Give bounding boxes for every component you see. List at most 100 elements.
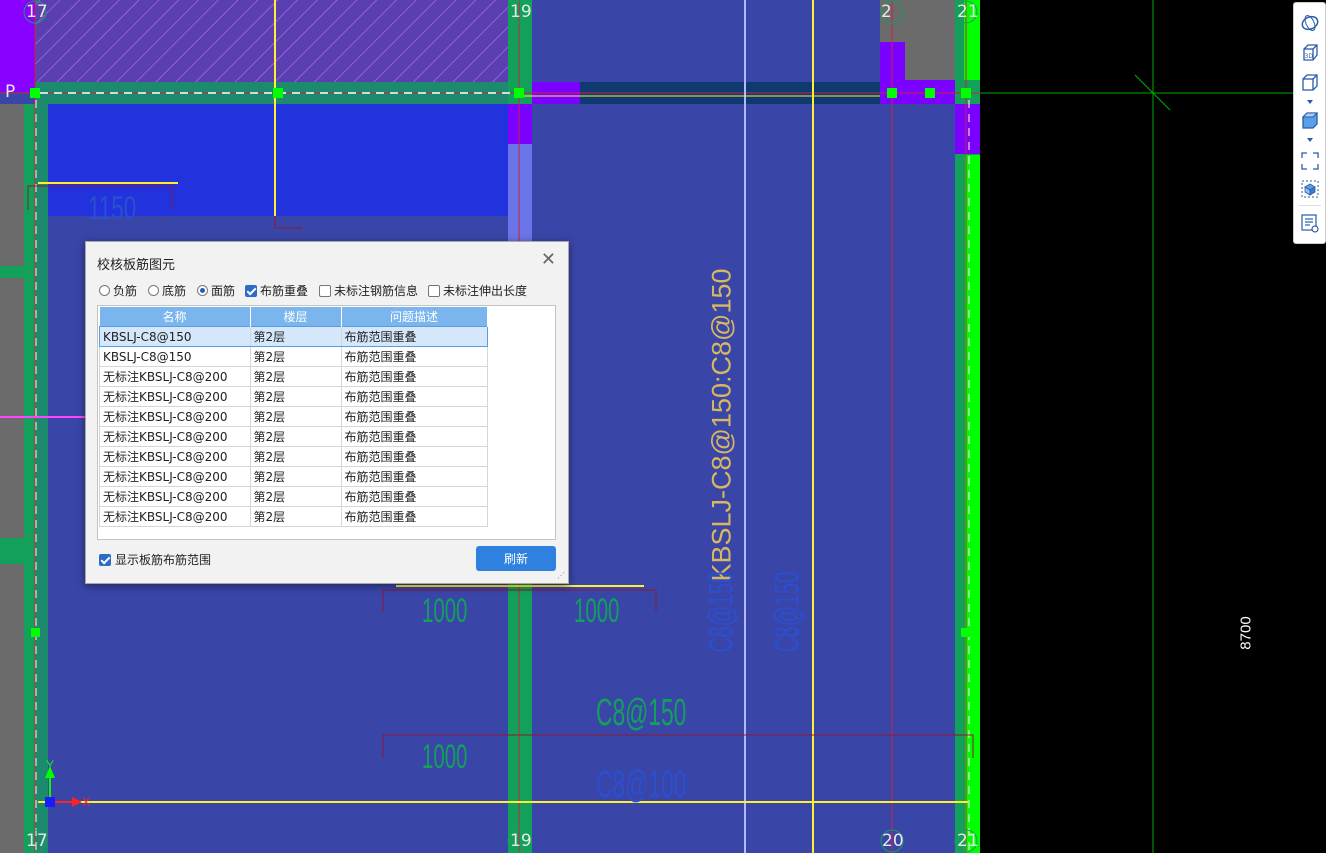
cell-floor: 第2层 — [249, 446, 342, 467]
rebar-label-c8-150: C8@150 — [596, 692, 687, 734]
cell-floor: 第2层 — [249, 486, 342, 507]
cell-floor: 第2层 — [249, 366, 342, 387]
radio-neg-rebar-label: 负筋 — [113, 284, 138, 298]
table-row[interactable]: 无标注KBSLJ-C8@200 第2层 布筋范围重叠 — [99, 446, 488, 467]
cell-name: 无标注KBSLJ-C8@200 — [99, 366, 251, 387]
radio-icon — [148, 285, 159, 296]
issue-table: 名称 楼层 问题描述 KBSLJ-C8@150 第2层 布筋范围重叠 KBSLJ-C8… — [99, 307, 488, 527]
wall-left-green-2 — [36, 104, 48, 853]
cell-name: KBSLJ-C8@150 — [99, 346, 251, 367]
axis-label-top-17: 17 — [26, 2, 48, 22]
dimension-1000-c: 1000 — [422, 738, 468, 776]
cell-name: 无标注KBSLJ-C8@200 — [99, 466, 251, 487]
cell-name: 无标注KBSLJ-C8@200 — [99, 446, 251, 467]
axis-label-bottom-21: 21 — [957, 831, 979, 851]
svg-text:3D: 3D — [1305, 53, 1314, 60]
rebar-label-vertical-small-2: C8@150 — [768, 571, 807, 653]
radio-bottom-rebar[interactable]: 底筋 — [148, 282, 186, 299]
radio-top-rebar-label: 面筋 — [211, 284, 236, 298]
cell-name: KBSLJ-C8@150 — [99, 326, 251, 347]
checkbox-overlap[interactable]: 布筋重叠 — [245, 282, 308, 299]
radio-bottom-rebar-label: 底筋 — [162, 284, 187, 298]
dimension-1000-b: 1000 — [574, 592, 620, 630]
radio-icon — [99, 285, 110, 296]
cell-floor: 第2层 — [249, 346, 342, 367]
checkbox-checked-icon — [245, 284, 257, 297]
cell-floor: 第2层 — [249, 426, 342, 447]
column-header-floor[interactable]: 楼层 — [250, 307, 342, 327]
axis-label-bottom-17: 17 — [26, 831, 48, 851]
dropdown-arrow-icon[interactable] — [1300, 97, 1320, 107]
radio-selected-icon — [197, 285, 208, 296]
cell-issue: 布筋范围重叠 — [340, 466, 488, 487]
radio-top-rebar[interactable]: 面筋 — [197, 282, 235, 299]
column-header-issue[interactable]: 问题描述 — [341, 307, 488, 327]
check-slab-rebar-dialog[interactable]: 校核板筋图元 ✕ 负筋 底筋 面筋 布筋重叠 未标注钢筋信息 未标注伸出长度 名… — [85, 241, 569, 584]
cell-name: 无标注KBSLJ-C8@200 — [99, 426, 251, 447]
show-range-label: 显示板筋布筋范围 — [115, 553, 212, 567]
hatched-slab — [35, 0, 519, 82]
cell-name: 无标注KBSLJ-C8@200 — [99, 406, 251, 427]
show-range-checkbox[interactable]: 显示板筋布筋范围 — [99, 551, 211, 568]
checkbox-checked-icon — [99, 553, 111, 566]
axis-label-bottom-19: 19 — [510, 831, 532, 851]
checkbox-icon — [428, 284, 440, 297]
view-3d-icon[interactable]: 3D — [1300, 43, 1320, 63]
select-box-icon[interactable] — [1300, 179, 1320, 199]
checkbox-icon — [319, 284, 331, 297]
cell-floor: 第2层 — [249, 466, 342, 487]
table-row[interactable]: KBSLJ-C8@150 第2层 布筋范围重叠 — [99, 326, 488, 347]
wall-left — [0, 104, 24, 853]
rebar-label-c8-100: C8@100 — [596, 764, 687, 806]
orbit-icon[interactable] — [1300, 13, 1320, 33]
table-row[interactable]: 无标注KBSLJ-C8@200 第2层 布筋范围重叠 — [99, 366, 488, 387]
dimension-1150: 1150 — [88, 190, 137, 226]
checkbox-no-label-info[interactable]: 未标注钢筋信息 — [319, 282, 418, 299]
table-row[interactable]: 无标注KBSLJ-C8@200 第2层 布筋范围重叠 — [99, 506, 488, 527]
axis-row-marker: P — [5, 82, 16, 102]
cell-issue: 布筋范围重叠 — [340, 486, 488, 507]
solid-box-icon[interactable] — [1300, 111, 1320, 131]
checkbox-no-label-info-label: 未标注钢筋信息 — [334, 284, 419, 298]
close-icon[interactable]: ✕ — [541, 251, 556, 269]
fullscreen-icon[interactable] — [1300, 151, 1320, 171]
cell-name: 无标注KBSLJ-C8@200 — [99, 386, 251, 407]
cell-issue: 布筋范围重叠 — [340, 406, 488, 427]
axis-label-top-21: 21 — [957, 2, 979, 22]
column-header-name[interactable]: 名称 — [99, 307, 251, 327]
cell-issue: 布筋范围重叠 — [340, 386, 488, 407]
rebar-label-vertical: KBSLJ-C8@150:C8@150 — [706, 268, 737, 582]
dimension-1000-a: 1000 — [422, 592, 468, 630]
radio-neg-rebar[interactable]: 负筋 — [99, 282, 137, 299]
dropdown-arrow-icon[interactable] — [1300, 135, 1320, 145]
cell-name: 无标注KBSLJ-C8@200 — [99, 506, 251, 527]
resize-grip-icon[interactable]: ⋰ — [557, 572, 565, 580]
checkbox-no-label-ext[interactable]: 未标注伸出长度 — [428, 282, 527, 299]
wall-left-green — [24, 104, 36, 853]
ucs-x-label: X — [82, 795, 91, 809]
checkbox-overlap-label: 布筋重叠 — [260, 284, 309, 298]
axis-label-top-20: 2 — [881, 2, 892, 22]
table-row[interactable]: 无标注KBSLJ-C8@200 第2层 布筋范围重叠 — [99, 386, 488, 407]
table-row[interactable]: KBSLJ-C8@150 第2层 布筋范围重叠 — [99, 346, 488, 367]
report-icon[interactable] — [1300, 213, 1320, 233]
checkbox-no-label-ext-label: 未标注伸出长度 — [443, 284, 528, 298]
cell-name: 无标注KBSLJ-C8@200 — [99, 486, 251, 507]
refresh-button[interactable]: 刷新 — [476, 546, 556, 571]
dialog-title: 校核板筋图元 — [97, 258, 176, 273]
table-row[interactable]: 无标注KBSLJ-C8@200 第2层 布筋范围重叠 — [99, 406, 488, 427]
issue-table-container[interactable]: 名称 楼层 问题描述 KBSLJ-C8@150 第2层 布筋范围重叠 KBSLJ-C8… — [97, 305, 556, 540]
cell-issue: 布筋范围重叠 — [340, 346, 488, 367]
cell-floor: 第2层 — [249, 406, 342, 427]
table-row[interactable]: 无标注KBSLJ-C8@200 第2层 布筋范围重叠 — [99, 466, 488, 487]
axis-label-bottom-20: 20 — [882, 831, 904, 851]
cell-floor: 第2层 — [249, 506, 342, 527]
rebar-label-vertical-small-1: C8@150 — [702, 571, 741, 653]
cell-floor: 第2层 — [249, 386, 342, 407]
cell-issue: 布筋范围重叠 — [340, 326, 488, 347]
box-view-icon[interactable] — [1300, 73, 1320, 93]
dimension-8700: 8700 — [1237, 616, 1255, 650]
cell-issue: 布筋范围重叠 — [340, 506, 488, 527]
table-row[interactable]: 无标注KBSLJ-C8@200 第2层 布筋范围重叠 — [99, 426, 488, 447]
table-row[interactable]: 无标注KBSLJ-C8@200 第2层 布筋范围重叠 — [99, 486, 488, 507]
